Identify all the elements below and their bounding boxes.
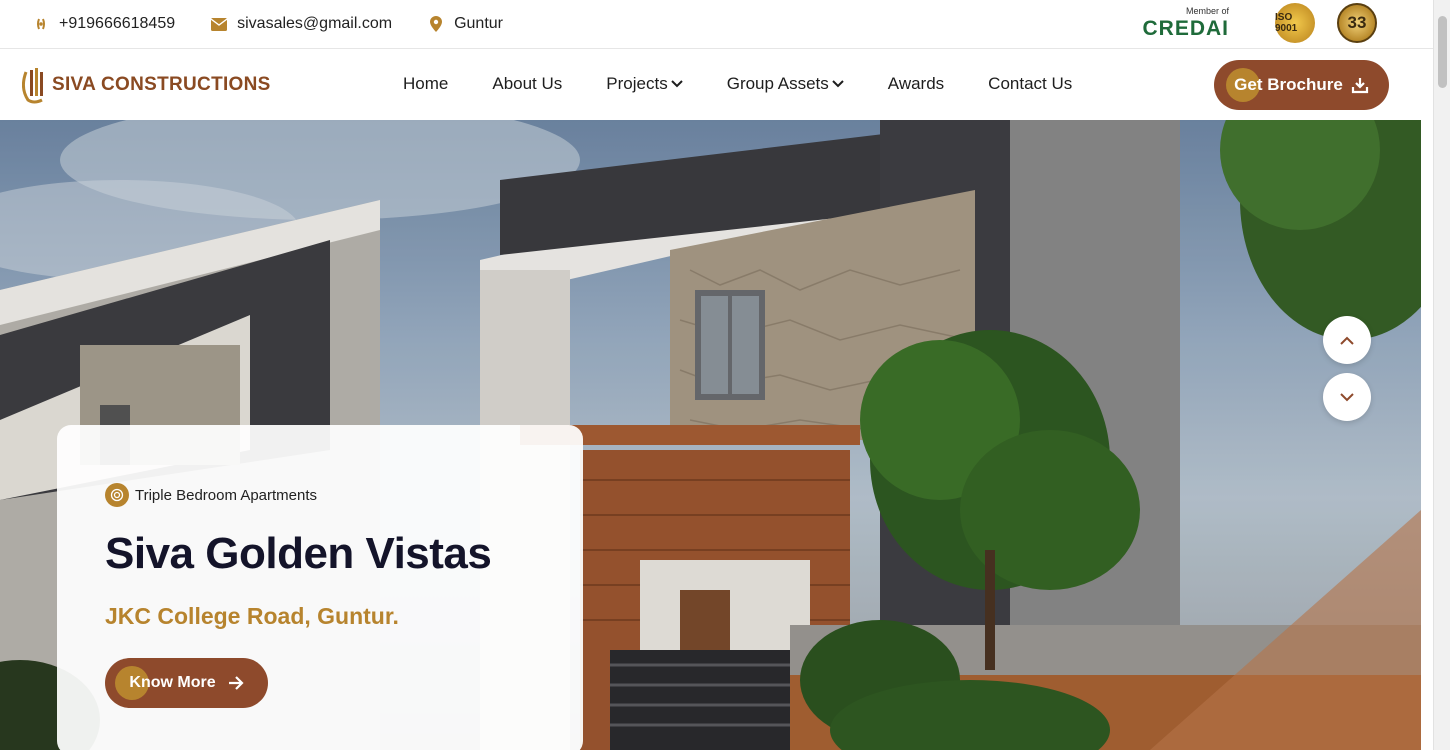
nav-item-label: Contact Us: [988, 74, 1073, 93]
nav-item-awards[interactable]: Awards: [888, 74, 944, 94]
phone-number: +919666618459: [59, 15, 176, 32]
property-type-text: Triple Bedroom Apartments: [135, 486, 318, 504]
email-contact[interactable]: sivasales@gmail.com: [211, 15, 392, 33]
site-logo[interactable]: SIVA CONSTRUCTIONS: [22, 66, 271, 104]
years-badge: 33: [1337, 3, 1377, 43]
mail-icon: [211, 16, 228, 32]
chevron-down-icon: [1340, 392, 1354, 401]
nav-item-label: About Us: [492, 74, 563, 93]
hero-info-card: Triple Bedroom Apartments Siva Golden Vi…: [57, 425, 583, 750]
nav-item-label: Home: [403, 74, 449, 93]
nav-item-projects[interactable]: Projects: [606, 74, 683, 94]
main-navigation: SIVA CONSTRUCTIONS Home About Us Project…: [0, 50, 1421, 120]
credai-member-text: Member of: [1185, 6, 1229, 16]
target-icon: [105, 483, 129, 507]
location-contact[interactable]: Guntur: [428, 15, 503, 33]
nav-item-contact[interactable]: Contact Us: [988, 74, 1072, 94]
get-brochure-label: Get Brochure: [1234, 75, 1343, 94]
nav-menu: Home About Us Projects Group Assets Awar…: [403, 74, 1116, 94]
certification-badges: Member of CREDAI ISO 9001 33: [1142, 3, 1377, 43]
chevron-down-icon: [671, 80, 683, 88]
chevron-up-icon: [1340, 336, 1354, 345]
know-more-label: Know More: [129, 674, 216, 691]
nav-item-about[interactable]: About Us: [492, 74, 562, 94]
email-address: sivasales@gmail.com: [237, 15, 393, 32]
location-text: Guntur: [454, 15, 503, 32]
page-scrollbar[interactable]: [1433, 0, 1450, 750]
know-more-button[interactable]: Know More: [105, 658, 268, 708]
logo-mark-icon: [22, 68, 43, 104]
nav-item-home[interactable]: Home: [403, 74, 448, 94]
phone-icon: [33, 16, 49, 32]
property-type-tag: Triple Bedroom Apartments: [105, 483, 535, 507]
page: +919666618459 sivasales@gmail.com Guntur…: [0, 0, 1450, 750]
project-title: Siva Golden Vistas: [105, 529, 492, 578]
arrow-right-icon: [228, 676, 244, 690]
logo-text: SIVA CONSTRUCTIONS: [52, 74, 271, 95]
project-location: JKC College Road, Guntur.: [105, 603, 399, 629]
chevron-down-icon: [832, 80, 844, 88]
slider-prev-button[interactable]: [1323, 316, 1371, 364]
slider-next-button[interactable]: [1323, 373, 1371, 421]
nav-item-label: Awards: [887, 74, 945, 93]
nav-item-label: Projects: [606, 74, 668, 93]
map-pin-icon: [428, 16, 444, 32]
top-contact-bar: +919666618459 sivasales@gmail.com Guntur…: [0, 0, 1433, 49]
phone-contact[interactable]: +919666618459: [33, 15, 175, 33]
hero-banner: Triple Bedroom Apartments Siva Golden Vi…: [0, 120, 1421, 750]
credai-logo: Member of CREDAI: [1142, 6, 1229, 40]
nav-item-label: Group Assets: [726, 74, 829, 93]
scrollbar-thumb[interactable]: [1438, 16, 1447, 88]
download-icon: [1351, 78, 1368, 94]
get-brochure-button[interactable]: Get Brochure: [1214, 60, 1389, 110]
nav-item-group-assets[interactable]: Group Assets: [727, 74, 844, 94]
iso-badge: ISO 9001: [1275, 3, 1315, 43]
credai-text: CREDAI: [1142, 17, 1229, 40]
